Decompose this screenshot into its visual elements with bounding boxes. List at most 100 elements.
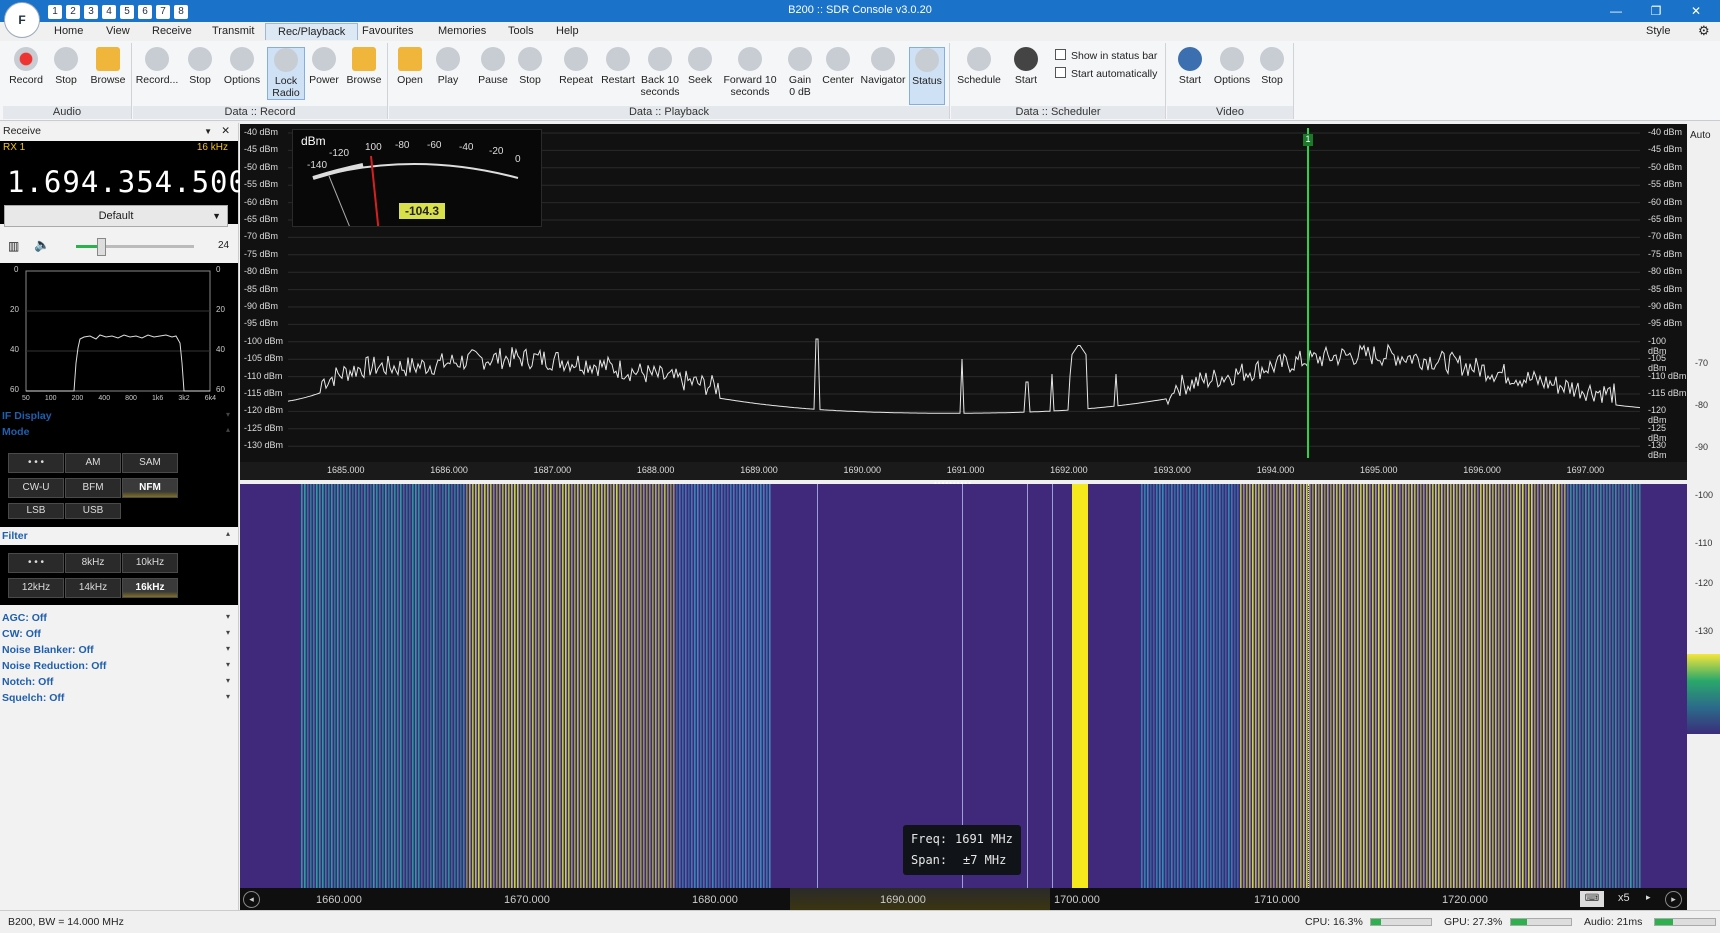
meter-icon[interactable]: ▥ (8, 239, 19, 253)
scheduler-start-button[interactable]: Start (1007, 47, 1045, 86)
menu-transmit[interactable]: Transmit (212, 25, 254, 37)
agc-row[interactable]: AGC: Off (2, 612, 47, 624)
chevron-down-icon[interactable]: ▼ (204, 127, 212, 136)
mode-lsb-button[interactable]: LSB (8, 503, 64, 519)
quick-access-5[interactable]: 5 (120, 5, 134, 19)
video-options-button[interactable]: Options (1211, 47, 1253, 86)
audio-stop-button[interactable]: Stop (47, 47, 85, 86)
speaker-icon[interactable]: 🔈 (34, 237, 50, 253)
chevron-down-icon[interactable]: ▾ (226, 660, 230, 669)
menu-receive[interactable]: Receive (152, 25, 192, 37)
video-stop-button[interactable]: Stop (1253, 47, 1291, 86)
start-automatically-checkbox[interactable]: Start automatically (1055, 67, 1157, 80)
video-start-button[interactable]: Start (1171, 47, 1209, 86)
minimize-icon[interactable]: — (1596, 0, 1636, 22)
playback-stop-button[interactable]: Stop (511, 47, 549, 86)
if-display-header[interactable]: IF Display (2, 410, 52, 422)
data-record-options-button[interactable]: Options (221, 47, 263, 86)
notch-row[interactable]: Notch: Off (2, 676, 53, 688)
chevron-down-icon[interactable]: ▾ (226, 676, 230, 685)
navigator-button[interactable]: Navigator (859, 47, 907, 86)
mode-sam-button[interactable]: SAM (122, 453, 178, 473)
quick-access-3[interactable]: 3 (84, 5, 98, 19)
audio-browse-button[interactable]: Browse (89, 47, 127, 86)
quick-access-2[interactable]: 2 (66, 5, 80, 19)
quick-access-1[interactable]: 1 (48, 5, 62, 19)
forward-10-button[interactable]: Forward 10 seconds (721, 47, 779, 98)
filter-header[interactable]: Filter (2, 530, 28, 542)
mode-header[interactable]: Mode (2, 426, 29, 438)
quick-access-7[interactable]: 7 (156, 5, 170, 19)
waterfall-freq-axis[interactable]: ◂ 1660.000 1670.000 1680.000 1690.000 17… (240, 888, 1687, 910)
data-record-browse-button[interactable]: Browse (343, 47, 385, 86)
volume-thumb[interactable] (96, 238, 106, 256)
quick-access-8[interactable]: 8 (174, 5, 188, 19)
center-button[interactable]: Center (819, 47, 857, 86)
auto-button[interactable]: Auto (1690, 130, 1711, 141)
chevron-up-icon[interactable]: ▴ (226, 529, 230, 538)
keyboard-icon[interactable]: ⌨ (1580, 891, 1604, 907)
chevron-down-icon[interactable]: ▾ (226, 410, 230, 419)
menu-tools[interactable]: Tools (508, 25, 534, 37)
restart-button[interactable]: Restart (599, 47, 637, 86)
app-menu-button[interactable]: F (4, 2, 40, 38)
menu-home[interactable]: Home (54, 25, 83, 37)
cw-row[interactable]: CW: Off (2, 628, 41, 640)
pause-button[interactable]: Pause (474, 47, 512, 86)
zoom-level[interactable]: x5 (1618, 892, 1630, 904)
mode-nfm-button[interactable]: NFM (122, 478, 178, 498)
menu-view[interactable]: View (106, 25, 130, 37)
status-button[interactable]: Status (909, 47, 945, 105)
level-gradient[interactable] (1687, 654, 1720, 734)
noise-reduction-row[interactable]: Noise Reduction: Off (2, 660, 106, 672)
scroll-left-icon[interactable]: ◂ (243, 891, 260, 908)
chevron-down-icon[interactable]: ▾ (226, 612, 230, 621)
back-10-button[interactable]: Back 10 seconds (639, 47, 681, 98)
filter-10khz-button[interactable]: 10kHz (122, 553, 178, 573)
mode-usb-button[interactable]: USB (65, 503, 121, 519)
scroll-right-icon[interactable]: ▸ (1665, 891, 1682, 908)
chevron-down-icon[interactable]: ▾ (226, 644, 230, 653)
frequency-value[interactable]: 1.694.354.500 (7, 165, 247, 199)
volume-slider[interactable] (76, 238, 194, 256)
gain-button[interactable]: Gain 0 dB (781, 47, 819, 98)
menu-favourites[interactable]: Favourites (362, 25, 413, 37)
quick-access-6[interactable]: 6 (138, 5, 152, 19)
menu-rec-playback[interactable]: Rec/Playback (265, 23, 359, 40)
restore-icon[interactable]: ❐ (1636, 0, 1676, 22)
filter-16khz-button[interactable]: 16kHz (122, 578, 178, 598)
power-button[interactable]: Power (305, 47, 343, 86)
zoom-arrow-icon[interactable]: ▸ (1646, 892, 1651, 903)
spectrum-display[interactable]: 1 -40 dBm -45 dBm -50 dBm -55 dBm -60 dBm -65… (240, 124, 1687, 480)
menu-help[interactable]: Help (556, 25, 579, 37)
style-menu[interactable]: Style (1646, 25, 1670, 37)
menu-memories[interactable]: Memories (438, 25, 486, 37)
gear-icon[interactable]: ⚙ (1698, 23, 1710, 39)
schedule-button[interactable]: Schedule (955, 47, 1003, 86)
quick-access-4[interactable]: 4 (102, 5, 116, 19)
repeat-button[interactable]: Repeat (557, 47, 595, 86)
close-icon[interactable]: ✕ (221, 125, 230, 137)
mode-cwu-button[interactable]: CW-U (8, 478, 64, 498)
filter-more-button[interactable]: • • • (8, 553, 64, 573)
preset-dropdown[interactable]: Default ▼ (4, 205, 228, 227)
seek-button[interactable]: Seek (681, 47, 719, 86)
squelch-row[interactable]: Squelch: Off (2, 692, 64, 704)
show-in-status-bar-checkbox[interactable]: Show in status bar (1055, 49, 1157, 62)
filter-12khz-button[interactable]: 12kHz (8, 578, 64, 598)
open-button[interactable]: Open (391, 47, 429, 86)
chevron-up-icon[interactable]: ▴ (226, 425, 230, 434)
filter-14khz-button[interactable]: 14kHz (65, 578, 121, 598)
mode-more-button[interactable]: • • • (8, 453, 64, 473)
play-button[interactable]: Play (429, 47, 467, 86)
chevron-down-icon[interactable]: ▾ (226, 692, 230, 701)
filter-8khz-button[interactable]: 8kHz (65, 553, 121, 573)
data-record-button[interactable]: Record... (135, 47, 179, 86)
close-icon[interactable]: ✕ (1676, 0, 1716, 22)
lock-radio-button[interactable]: Lock Radio (267, 47, 305, 100)
data-record-stop-button[interactable]: Stop (181, 47, 219, 86)
mode-bfm-button[interactable]: BFM (65, 478, 121, 498)
noise-blanker-row[interactable]: Noise Blanker: Off (2, 644, 94, 656)
chevron-down-icon[interactable]: ▾ (226, 628, 230, 637)
mode-am-button[interactable]: AM (65, 453, 121, 473)
